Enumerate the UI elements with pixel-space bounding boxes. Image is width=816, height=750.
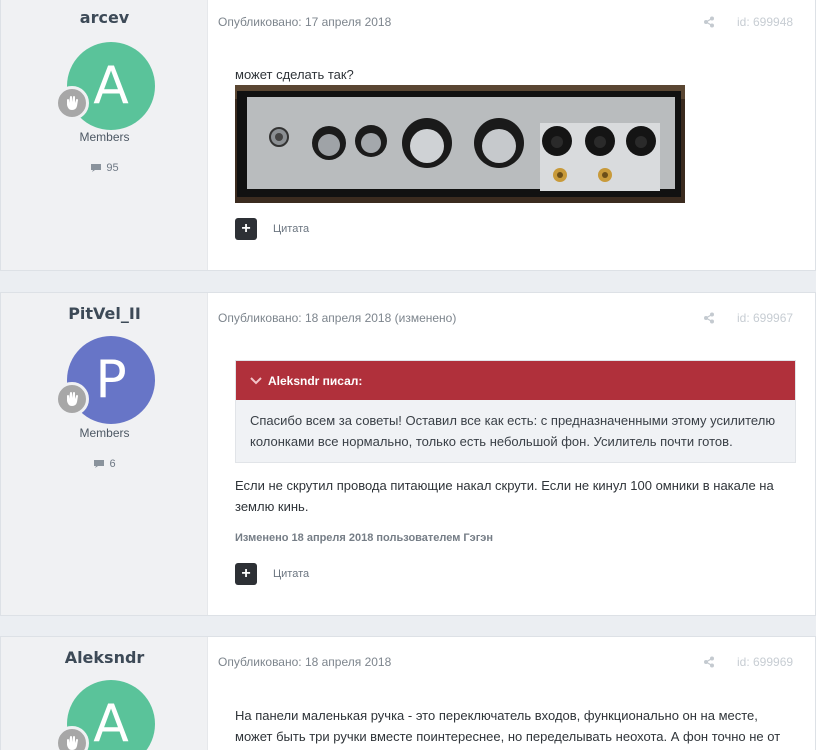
rank-badge-icon xyxy=(55,382,89,416)
author-name[interactable]: Aleksndr xyxy=(1,648,208,667)
post-id[interactable]: id: 699967 xyxy=(737,311,793,325)
post-count-value: 6 xyxy=(109,458,116,470)
post-text: может сделать так? xyxy=(235,67,354,82)
member-group: Members xyxy=(79,130,130,144)
post-count-value: 95 xyxy=(106,162,119,174)
quote-button[interactable]: Цитата xyxy=(273,223,309,235)
post: Aleksndr A Опубликовано: 18 апреля 2018 … xyxy=(0,636,816,750)
quote-button[interactable]: Цитата xyxy=(273,568,309,580)
edit-note: Изменено 18 апреля 2018 пользователем Гэ… xyxy=(235,532,494,544)
author-panel: arcev A Members 95 xyxy=(1,0,208,270)
quote-block: Aleksndr писал: Спасибо всем за советы! … xyxy=(235,360,796,463)
post-date[interactable]: Опубликовано: 18 апреля 2018 xyxy=(218,655,391,669)
plus-icon: + xyxy=(241,565,251,582)
quote-author: Aleksndr писал: xyxy=(268,373,363,388)
plus-icon: + xyxy=(241,220,251,237)
author-name[interactable]: arcev xyxy=(1,8,208,27)
post-date[interactable]: Опубликовано: 18 апреля 2018 (изменено) xyxy=(218,311,456,325)
post-count: 95 xyxy=(1,162,208,174)
amplifier-photo[interactable] xyxy=(235,85,685,203)
share-icon[interactable] xyxy=(703,16,715,28)
post-text: Если не скрутил провода питающие накал с… xyxy=(235,478,774,514)
author-panel: PitVel_II P Members 6 xyxy=(1,293,208,615)
quote-text: Спасибо всем за советы! Оставил все как … xyxy=(250,413,776,449)
post: arcev A Members 95 Опубликовано: 17 апре… xyxy=(0,0,816,271)
rank-badge-icon xyxy=(55,86,89,120)
comment-icon xyxy=(91,164,102,172)
post-text: На панели маленькая ручка - это переключ… xyxy=(235,708,781,744)
comment-icon xyxy=(94,460,105,468)
quote-header[interactable]: Aleksndr писал: xyxy=(236,361,795,400)
post: PitVel_II P Members 6 Опубликовано: 18 а… xyxy=(0,292,816,616)
share-icon[interactable] xyxy=(703,656,715,668)
multiquote-button[interactable]: + xyxy=(235,563,257,585)
post-date[interactable]: Опубликовано: 17 апреля 2018 xyxy=(218,15,391,29)
chevron-down-icon xyxy=(250,376,262,384)
share-icon[interactable] xyxy=(703,312,715,324)
post-id[interactable]: id: 699948 xyxy=(737,15,793,29)
multiquote-button[interactable]: + xyxy=(235,218,257,240)
author-panel: Aleksndr A xyxy=(1,637,208,750)
post-id[interactable]: id: 699969 xyxy=(737,655,793,669)
member-group: Members xyxy=(79,426,130,440)
author-name[interactable]: PitVel_II xyxy=(1,304,208,323)
post-count: 6 xyxy=(1,458,208,470)
